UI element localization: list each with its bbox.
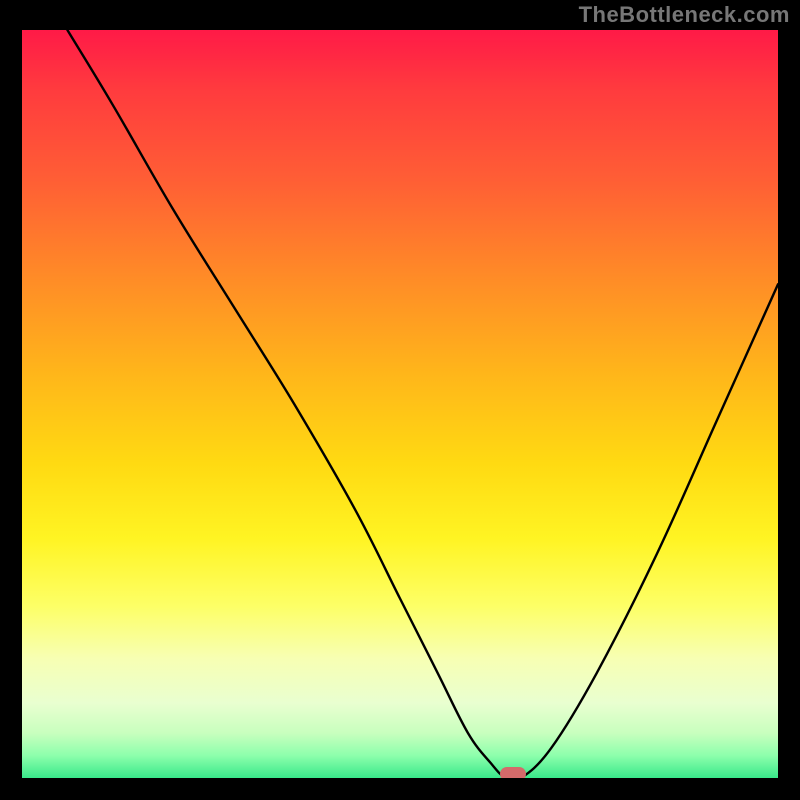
optimal-marker	[500, 767, 526, 778]
bottleneck-curve	[22, 30, 778, 778]
watermark-text: TheBottleneck.com	[579, 2, 790, 28]
chart-container: TheBottleneck.com	[0, 0, 800, 800]
plot-area	[22, 30, 778, 778]
